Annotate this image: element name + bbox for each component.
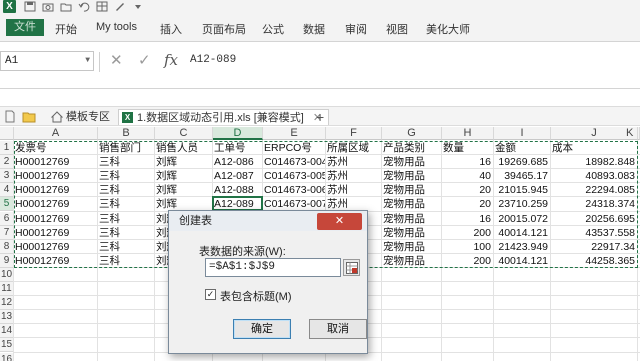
row-header-12[interactable]: 12 xyxy=(0,296,14,311)
column-header-k-label: K xyxy=(626,127,634,139)
column-header-g[interactable]: G xyxy=(382,127,442,140)
row-header-6[interactable]: 6 xyxy=(0,211,14,226)
row-header-8[interactable]: 8 xyxy=(0,239,14,254)
enter-icon[interactable]: ✓ xyxy=(138,51,151,69)
row-header-16[interactable]: 16 xyxy=(0,352,14,361)
create-table-dialog: 创建表 ✕ 表数据的来源(W): =$A$1:$J$9 ✓ 表包含标题(M) 确… xyxy=(168,210,368,354)
folder-icon[interactable] xyxy=(60,1,72,12)
formula-input[interactable]: A12-089 xyxy=(190,51,630,75)
customize-arrow-icon[interactable] xyxy=(132,1,144,12)
chevron-down-icon[interactable]: ▼ xyxy=(85,52,90,70)
tab-page-layout[interactable]: 页面布局 xyxy=(202,21,246,37)
name-box-value: A1 xyxy=(5,55,19,67)
row-header-7[interactable]: 7 xyxy=(0,225,14,240)
new-tab-button[interactable]: + xyxy=(316,109,324,125)
excel-logo-icon: X xyxy=(3,0,16,13)
row-header-14[interactable]: 14 xyxy=(0,324,14,339)
dialog-close-button[interactable]: ✕ xyxy=(317,213,362,230)
tab-insert[interactable]: 插入 xyxy=(160,21,182,37)
column-header-e[interactable]: E xyxy=(263,127,326,140)
tab-beautify[interactable]: 美化大师 xyxy=(426,21,470,37)
pencil-icon[interactable] xyxy=(114,1,126,12)
formula-bar: A1 ▼ ✕ ✓ fx A12-089 xyxy=(0,43,640,89)
has-headers-label[interactable]: 表包含标题(M) xyxy=(220,288,292,304)
tab-data[interactable]: 数据 xyxy=(303,21,325,37)
save-icon[interactable] xyxy=(24,1,36,12)
grid-icon[interactable] xyxy=(96,1,108,12)
tab-formulas[interactable]: 公式 xyxy=(262,21,284,37)
row-header-10[interactable]: 10 xyxy=(0,267,14,282)
row-header-1[interactable]: 1 xyxy=(0,141,14,155)
camera-icon[interactable] xyxy=(42,1,54,12)
name-box[interactable]: A1 ▼ xyxy=(0,51,94,71)
folder-icon[interactable] xyxy=(22,110,36,123)
document-icon[interactable] xyxy=(4,110,16,123)
tab-file[interactable]: 文件 xyxy=(6,19,44,36)
divider xyxy=(99,52,100,72)
tab-my-tools[interactable]: My tools xyxy=(96,21,137,33)
cancel-button[interactable]: 取消 xyxy=(309,319,367,339)
row-header-2[interactable]: 2 xyxy=(0,155,14,170)
has-headers-checkbox[interactable]: ✓ xyxy=(205,289,216,300)
table-source-label: 表数据的来源(W): xyxy=(199,246,286,258)
ok-button[interactable]: 确定 xyxy=(233,319,291,339)
row-header-11[interactable]: 11 xyxy=(0,282,14,296)
column-header-c[interactable]: C xyxy=(155,127,213,140)
column-header-d[interactable]: D xyxy=(213,127,263,140)
row-header-9[interactable]: 9 xyxy=(0,253,14,268)
tab-template-zone[interactable]: 模板专区 xyxy=(48,109,110,125)
select-all-corner[interactable] xyxy=(0,127,14,140)
row-header-4[interactable]: 4 xyxy=(0,183,14,198)
title-bar: X xyxy=(0,0,640,14)
range-select-icon xyxy=(346,262,358,274)
row-header-5[interactable]: 5 xyxy=(0,197,14,212)
home-icon xyxy=(51,111,63,123)
document-tab-bar: 模板专区 X 1.数据区域动态引用.xls [兼容模式] ✕ + xyxy=(0,106,640,126)
function-icon[interactable]: fx xyxy=(164,51,178,69)
tab-home[interactable]: 开始 xyxy=(55,21,77,37)
column-header-h[interactable]: H xyxy=(442,127,494,140)
ribbon-tabs: 文件 开始 My tools 插入 页面布局 公式 数据 审阅 视图 美化大师 xyxy=(0,14,640,42)
undo-icon[interactable] xyxy=(78,1,90,12)
excel-file-icon: X xyxy=(122,112,133,123)
column-header-i[interactable]: I xyxy=(494,127,551,140)
row-header-13[interactable]: 13 xyxy=(0,310,14,325)
tab-active-workbook[interactable]: X 1.数据区域动态引用.xls [兼容模式] ✕ xyxy=(118,109,330,125)
tab-view[interactable]: 视图 xyxy=(386,21,408,37)
column-header-a[interactable]: A xyxy=(14,127,98,140)
collapse-dialog-button[interactable] xyxy=(343,259,360,276)
row-header-3[interactable]: 3 xyxy=(0,169,14,184)
row-header-15[interactable]: 15 xyxy=(0,338,14,353)
column-header-j[interactable]: J xyxy=(551,127,638,140)
cancel-icon[interactable]: ✕ xyxy=(110,51,123,69)
column-header-b[interactable]: B xyxy=(98,127,155,140)
table-range-input[interactable]: =$A$1:$J$9 xyxy=(205,258,341,277)
column-header-f[interactable]: F xyxy=(326,127,382,140)
tab-template-zone-label: 模板专区 xyxy=(66,111,110,123)
tab-active-workbook-label: 1.数据区域动态引用.xls [兼容模式] xyxy=(137,112,304,124)
tab-review[interactable]: 审阅 xyxy=(345,21,367,37)
